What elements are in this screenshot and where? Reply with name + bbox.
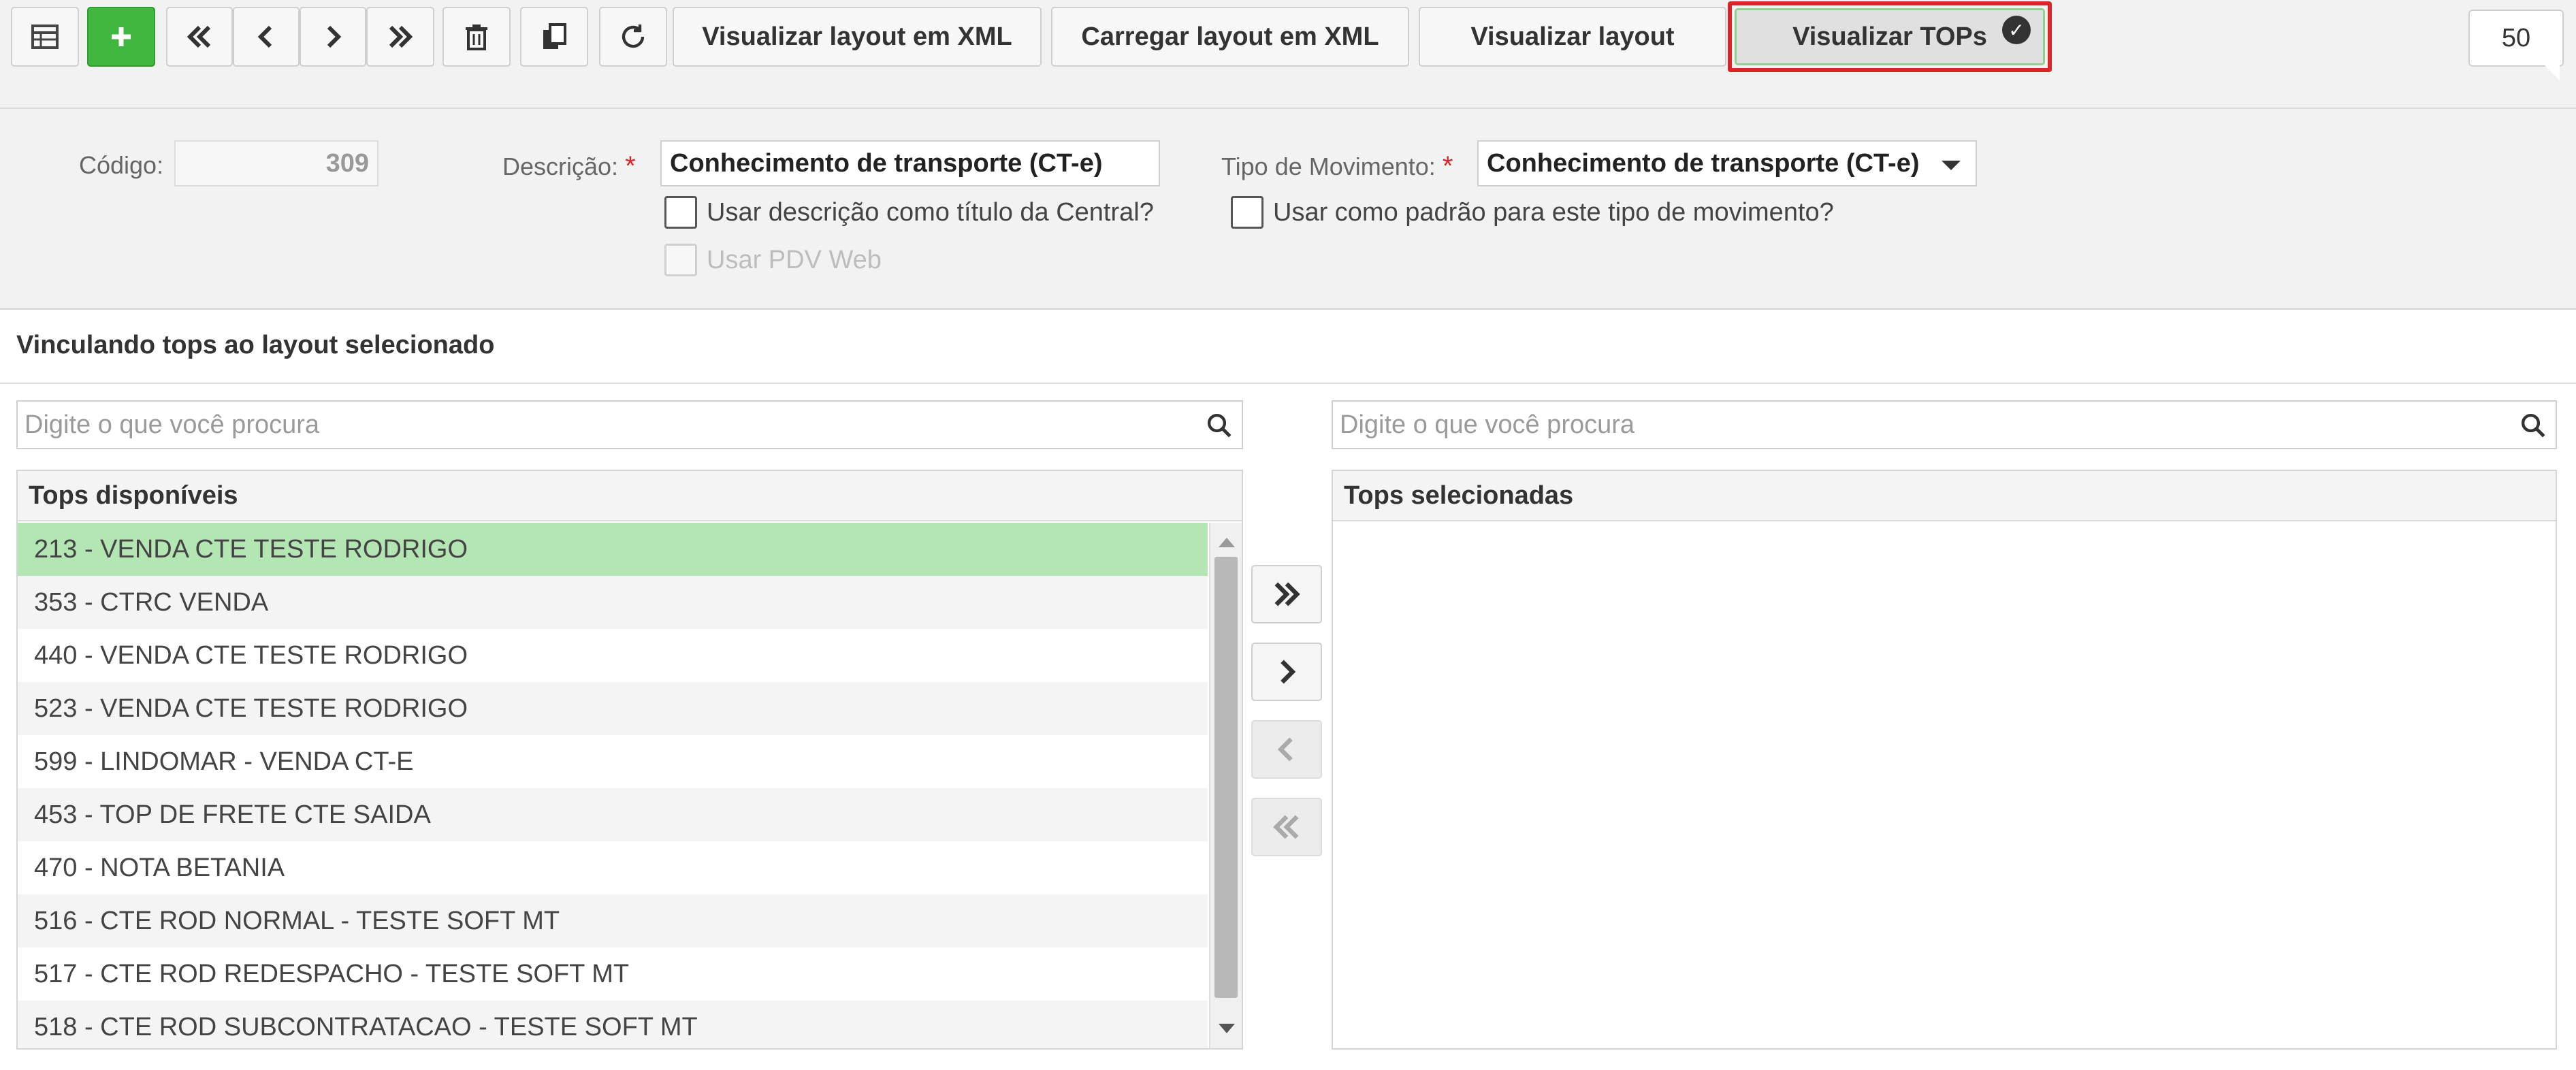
list-item[interactable]: 518 - CTE ROD SUBCONTRATACAO - TESTE SOF…: [18, 1001, 1208, 1048]
delete-button[interactable]: [442, 7, 511, 67]
duplicate-button[interactable]: [520, 7, 588, 67]
load-xml-button[interactable]: Carregar layout em XML: [1051, 7, 1409, 67]
search-icon[interactable]: [2519, 411, 2547, 440]
chevron-left-icon: [1277, 737, 1293, 762]
last-record-button[interactable]: [366, 7, 434, 67]
pdv-web-label: Usar PDV Web: [707, 245, 882, 274]
view-tops-label: Visualizar TOPs: [1792, 22, 1987, 51]
double-chevron-left-icon: [1273, 815, 1299, 839]
selected-search-box[interactable]: [1332, 400, 2557, 449]
list-item[interactable]: 517 - CTE ROD REDESPACHO - TESTE SOFT MT: [18, 947, 1208, 1001]
double-chevron-left-icon: [187, 25, 211, 48]
codigo-label: Código:: [79, 151, 164, 179]
descricao-label: Descrição: *: [502, 151, 636, 181]
copy-icon: [543, 23, 566, 49]
scroll-thumb[interactable]: [1214, 557, 1238, 998]
page-size-indicator[interactable]: 50: [2468, 10, 2564, 80]
double-chevron-right-icon: [1274, 582, 1300, 606]
move-right-button[interactable]: [1251, 643, 1322, 701]
titulo-central-label: Usar descrição como título da Central?: [707, 197, 1154, 227]
first-record-button[interactable]: [166, 7, 233, 67]
view-tops-button[interactable]: Visualizar TOPs ✓: [1735, 8, 2045, 65]
tipo-movimento-select[interactable]: Conhecimento de transporte (CT-e): [1477, 140, 1977, 187]
available-tops-header: Tops disponíveis: [18, 471, 1242, 521]
checkbox-box[interactable]: [664, 196, 697, 229]
double-chevron-right-icon: [389, 25, 413, 48]
divider: [0, 383, 2576, 384]
selected-search-input[interactable]: [1340, 410, 2549, 440]
padrao-tipo-label: Usar como padrão para este tipo de movim…: [1273, 197, 1834, 227]
codigo-field: 309: [174, 140, 379, 187]
checkbox-box: [664, 244, 697, 276]
move-all-left-button[interactable]: [1251, 798, 1322, 856]
pdv-web-checkbox: Usar PDV Web: [664, 244, 882, 276]
search-icon[interactable]: [1205, 411, 1234, 440]
selected-tops-header: Tops selecionadas: [1333, 471, 2556, 521]
grid-view-button[interactable]: [11, 7, 79, 67]
chevron-left-icon: [257, 25, 272, 48]
available-tops-list: 213 - VENDA CTE TESTE RODRIGO 353 - CTRC…: [18, 523, 1208, 1048]
tipo-movimento-label: Tipo de Movimento: *: [1221, 151, 1453, 181]
view-xml-button[interactable]: Visualizar layout em XML: [673, 7, 1042, 67]
refresh-icon: [622, 25, 645, 48]
list-item[interactable]: 599 - LINDOMAR - VENDA CT-E: [18, 735, 1208, 788]
list-item[interactable]: 353 - CTRC VENDA: [18, 576, 1208, 629]
next-record-button[interactable]: [300, 7, 366, 67]
chevron-right-icon: [327, 25, 342, 48]
plus-icon: [112, 27, 131, 46]
list-item[interactable]: 516 - CTE ROD NORMAL - TESTE SOFT MT: [18, 894, 1208, 947]
prev-record-button[interactable]: [233, 7, 300, 67]
scroll-up-icon[interactable]: [1219, 538, 1235, 547]
list-item[interactable]: 213 - VENDA CTE TESTE RODRIGO: [18, 523, 1208, 576]
tipo-movimento-value: Conhecimento de transporte (CT-e): [1487, 148, 1920, 178]
section-title: Vinculando tops ao layout selecionado: [16, 331, 495, 359]
descricao-input[interactable]: Conhecimento de transporte (CT-e): [660, 140, 1160, 187]
view-layout-button[interactable]: Visualizar layout: [1419, 7, 1726, 67]
list-scrollbar[interactable]: [1209, 523, 1242, 1048]
selected-tops-list: [1333, 523, 2522, 1048]
list-item[interactable]: 453 - TOP DE FRETE CTE SAIDA: [18, 788, 1208, 841]
selected-tops-panel: Tops selecionadas: [1332, 470, 2557, 1050]
available-search-input[interactable]: [25, 410, 1235, 440]
scroll-down-icon[interactable]: [1219, 1024, 1235, 1033]
add-button[interactable]: [87, 7, 155, 67]
trash-icon: [466, 25, 487, 50]
move-left-button[interactable]: [1251, 720, 1322, 779]
move-all-right-button[interactable]: [1251, 565, 1322, 623]
list-item[interactable]: 440 - VENDA CTE TESTE RODRIGO: [18, 629, 1208, 682]
list-item[interactable]: 523 - VENDA CTE TESTE RODRIGO: [18, 682, 1208, 735]
refresh-button[interactable]: [599, 7, 667, 67]
available-tops-panel: Tops disponíveis 213 - VENDA CTE TESTE R…: [16, 470, 1243, 1050]
layout-form: Código: 309 Descrição: * Conhecimento de …: [0, 109, 2576, 310]
padrao-tipo-checkbox[interactable]: Usar como padrão para este tipo de movim…: [1231, 196, 1834, 229]
available-search-box[interactable]: [16, 400, 1243, 449]
titulo-central-checkbox[interactable]: Usar descrição como título da Central?: [664, 196, 1154, 229]
toolbar: Visualizar layout em XML Carregar layout…: [0, 0, 2576, 109]
caret-down-icon: [1942, 161, 1961, 170]
checkbox-box[interactable]: [1231, 196, 1263, 229]
chevron-right-icon: [1281, 660, 1296, 684]
list-item[interactable]: 470 - NOTA BETANIA: [18, 841, 1208, 894]
check-circle-icon: ✓: [2002, 16, 2031, 44]
grid-icon: [31, 25, 59, 49]
